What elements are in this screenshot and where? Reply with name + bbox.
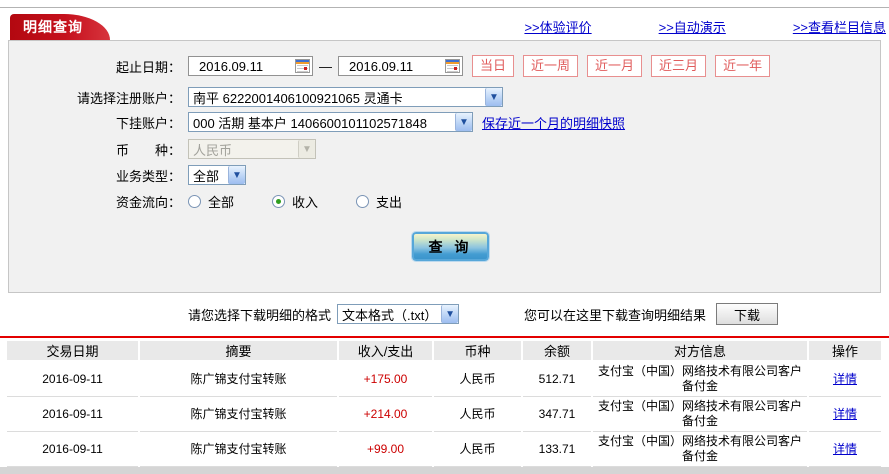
- download-hint: 您可以在这里下载查询明细结果: [524, 307, 707, 323]
- flow-radio-income[interactable]: 收入: [272, 192, 318, 211]
- sub-account-row: 下挂账户： 000 活期 基本户 1406600101102571848 ▼ 保…: [9, 112, 625, 132]
- date-separator: —: [319, 58, 332, 74]
- registered-account-value: 南平 6222001406100921065 灵通卡: [193, 90, 403, 106]
- detail-link[interactable]: 详情: [833, 372, 857, 386]
- quick-range-month-button[interactable]: 近一月: [587, 55, 643, 77]
- chevron-down-icon[interactable]: ▼: [228, 166, 245, 184]
- query-form-panel: 起止日期： 2016.09.11 — 2016.09.11 当日 近一周 近一月…: [8, 40, 881, 293]
- currency-value: 人民币: [193, 142, 233, 158]
- col-header-balance: 余额: [522, 341, 593, 362]
- end-date-input[interactable]: 2016.09.11: [338, 56, 463, 76]
- radio-selected-icon[interactable]: [272, 195, 286, 208]
- cell-summary: 陈广锦支付宝转账: [139, 431, 339, 467]
- quick-range-3months-button[interactable]: 近三月: [651, 55, 707, 77]
- page-title-tab: 明细查询: [10, 14, 110, 40]
- flow-option-label: 收入: [292, 195, 319, 210]
- col-header-date: 交易日期: [7, 341, 140, 362]
- link-auto-demo[interactable]: >>自动演示: [659, 17, 726, 36]
- date-range-row: 起止日期： 2016.09.11 — 2016.09.11 当日 近一周 近一月…: [9, 55, 771, 77]
- col-header-currency: 币种: [433, 341, 523, 362]
- download-button[interactable]: 下载: [716, 303, 779, 325]
- registered-account-row: 请选择注册账户： 南平 6222001406100921065 灵通卡 ▼: [9, 87, 503, 107]
- download-format-label: 请您选择下载明细的格式: [188, 307, 332, 323]
- cell-currency: 人民币: [433, 361, 523, 397]
- sub-account-label: 下挂账户：: [115, 115, 181, 131]
- download-row: 请您选择下载明细的格式 文本格式（.txt） ▼ 您可以在这里下载查询明细结果 …: [188, 303, 779, 325]
- page-title: 明细查询: [23, 19, 83, 35]
- top-divider: [0, 7, 889, 8]
- cell-amount: +175.00: [338, 361, 434, 397]
- calendar-icon[interactable]: [445, 59, 460, 73]
- chevron-down-icon: ▼: [298, 140, 315, 158]
- cell-currency: 人民币: [433, 396, 523, 432]
- save-snapshot-link[interactable]: 保存近一个月的明细快照: [482, 113, 625, 132]
- radio-unselected-icon[interactable]: [188, 195, 201, 208]
- col-header-amount: 收入/支出: [338, 341, 434, 362]
- cell-date: 2016-09-11: [7, 361, 140, 397]
- cell-summary: 陈广锦支付宝转账: [139, 361, 339, 397]
- calendar-icon[interactable]: [295, 59, 310, 73]
- col-header-summary: 摘要: [139, 341, 339, 362]
- cell-date: 2016-09-11: [7, 431, 140, 467]
- detail-link[interactable]: 详情: [833, 407, 857, 421]
- table-row: 2016-09-11 陈广锦支付宝转账 +99.00 人民币 133.71 支付…: [7, 431, 881, 467]
- flow-radio-expense[interactable]: 支出: [356, 192, 402, 211]
- quick-range-year-button[interactable]: 近一年: [715, 55, 771, 77]
- fund-flow-row: 资金流向： 全部 收入 支出: [9, 192, 440, 211]
- download-format-value: 文本格式（.txt）: [342, 307, 438, 323]
- download-format-select[interactable]: 文本格式（.txt） ▼: [337, 304, 460, 324]
- end-date-value: 2016.09.11: [349, 58, 414, 74]
- registered-account-label: 请选择注册账户：: [76, 90, 181, 106]
- cell-counterparty: 支付宝（中国）网络技术有限公司客户备付金: [592, 361, 809, 397]
- business-type-value: 全部: [193, 168, 220, 184]
- cell-summary: 陈广锦支付宝转账: [139, 396, 339, 432]
- quick-range-week-button[interactable]: 近一周: [523, 55, 579, 77]
- flow-option-label: 全部: [208, 195, 235, 210]
- table-header-row: 交易日期 摘要 收入/支出 币种 余额 对方信息 操作: [7, 341, 881, 362]
- cell-balance: 347.71: [522, 396, 593, 432]
- detail-link[interactable]: 详情: [833, 442, 857, 456]
- currency-label: 币 种：: [115, 142, 181, 158]
- registered-account-select[interactable]: 南平 6222001406100921065 灵通卡 ▼: [188, 87, 503, 107]
- currency-row: 币 种： 人民币 ▼: [9, 139, 316, 159]
- business-type-label: 业务类型：: [115, 168, 181, 184]
- col-header-action: 操作: [808, 341, 881, 362]
- start-date-value: 2016.09.11: [199, 58, 264, 74]
- detail-query-page: 明细查询 >>体验评价 >>自动演示 >>查看栏目信息 起止日期： 2016.0…: [0, 0, 889, 474]
- red-separator-line: [0, 336, 889, 338]
- table-row: 2016-09-11 陈广锦支付宝转账 +214.00 人民币 347.71 支…: [7, 396, 881, 432]
- table-body: 2016-09-11 陈广锦支付宝转账 +175.00 人民币 512.71 支…: [7, 361, 881, 474]
- cell-amount: +214.00: [338, 396, 434, 432]
- cell-counterparty: 支付宝（中国）网络技术有限公司客户备付金: [592, 396, 809, 432]
- radio-unselected-icon[interactable]: [356, 195, 370, 208]
- table-row: 2016-09-11 陈广锦支付宝转账 +175.00 人民币 512.71 支…: [7, 361, 881, 397]
- chevron-down-icon[interactable]: ▼: [441, 305, 459, 323]
- query-button[interactable]: 查 询: [411, 231, 490, 262]
- business-type-row: 业务类型： 全部 ▼: [9, 165, 246, 185]
- chevron-down-icon[interactable]: ▼: [485, 88, 502, 106]
- link-experience-review[interactable]: >>体验评价: [524, 17, 591, 36]
- quick-range-today-button[interactable]: 当日: [472, 55, 515, 77]
- chevron-down-icon[interactable]: ▼: [455, 113, 472, 131]
- cell-counterparty: 支付宝（中国）网络技术有限公司客户备付金: [592, 431, 809, 467]
- flow-radio-all[interactable]: 全部: [188, 192, 234, 211]
- currency-select-disabled: 人民币 ▼: [188, 139, 316, 159]
- cell-date: 2016-09-11: [7, 396, 140, 432]
- link-view-column-info[interactable]: >>查看栏目信息: [793, 17, 886, 36]
- cell-currency: 人民币: [433, 431, 523, 467]
- start-date-input[interactable]: 2016.09.11: [188, 56, 313, 76]
- business-type-select[interactable]: 全部 ▼: [188, 165, 246, 185]
- flow-option-label: 支出: [376, 195, 403, 210]
- col-header-counterparty: 对方信息: [592, 341, 809, 362]
- cell-balance: 512.71: [522, 361, 593, 397]
- date-range-label: 起止日期：: [115, 59, 181, 75]
- top-links: >>体验评价 >>自动演示 >>查看栏目信息: [524, 17, 886, 36]
- cell-balance: 133.71: [522, 431, 593, 467]
- sub-account-select[interactable]: 000 活期 基本户 1406600101102571848 ▼: [188, 112, 473, 132]
- sub-account-value: 000 活期 基本户 1406600101102571848: [193, 115, 427, 131]
- fund-flow-label: 资金流向：: [115, 195, 181, 210]
- transactions-table: 交易日期 摘要 收入/支出 币种 余额 对方信息 操作 2016-09-11 陈…: [7, 341, 881, 474]
- cell-amount: +99.00: [338, 431, 434, 467]
- bottom-bar: [0, 467, 889, 474]
